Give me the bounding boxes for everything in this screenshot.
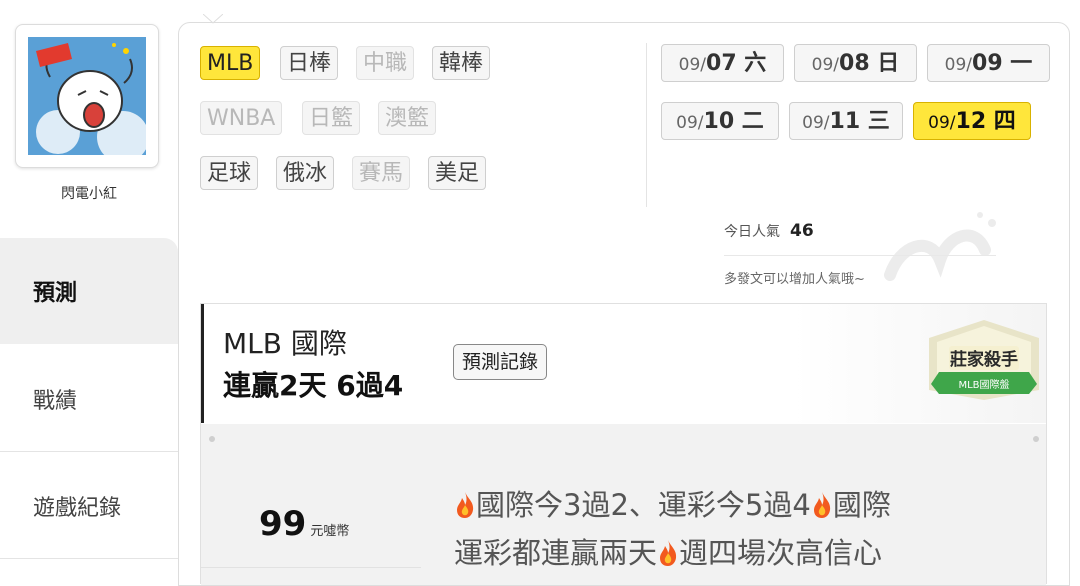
prediction-history-button[interactable]: 預測記錄 xyxy=(453,344,548,380)
prediction-card: MLB 國際 連贏2天 6過4 預測記錄 莊家殺手 MLB國際盤 99 元噓幣 國… xyxy=(200,303,1047,585)
date-day: 08 日 xyxy=(839,51,900,76)
panel-notch xyxy=(203,14,223,24)
date-day: 10 二 xyxy=(703,109,764,134)
popularity-hint: 多發文可以增加人氣哦~ xyxy=(724,272,865,287)
league-tag-npb[interactable]: 日棒 xyxy=(280,46,339,80)
fire-icon xyxy=(457,492,474,518)
date-button[interactable]: 09/08 日 xyxy=(794,44,917,82)
league-tag-mlb[interactable]: MLB xyxy=(200,46,261,80)
nav-item-games[interactable]: 遊戲紀錄 xyxy=(0,453,178,559)
fire-icon xyxy=(813,492,830,518)
desc-text-2: 國際 xyxy=(832,488,891,522)
league-tag-wnba[interactable]: WNBA xyxy=(200,101,283,135)
nav-item-predict[interactable]: 預測 xyxy=(0,238,178,344)
date-day: 09 一 xyxy=(972,51,1033,76)
price: 99 元噓幣 xyxy=(259,504,349,544)
prediction-description[interactable]: 國際今3過2、運彩今5過4 國際運彩都連贏兩天 週四場次高信心 xyxy=(454,481,1034,577)
date-month: 09/ xyxy=(944,55,973,75)
badge-subtitle: MLB國際盤 xyxy=(958,378,1009,391)
cartoon-avatar-icon xyxy=(28,37,146,155)
pin-icon xyxy=(1033,436,1039,442)
pin-icon xyxy=(209,436,215,442)
league-tag-khl[interactable]: 俄冰 xyxy=(276,156,335,190)
league-title: MLB 國際 xyxy=(223,327,347,360)
badge-icon: 莊家殺手 MLB國際盤 xyxy=(929,320,1039,400)
sidebar: 閃電小紅 預測 戰績 遊戲紀錄 xyxy=(0,0,178,584)
desc-text-1: 國際今3過2、運彩今5過4 xyxy=(476,488,811,522)
price-divider xyxy=(201,567,421,568)
date-month: 09/ xyxy=(676,113,704,133)
fire-icon xyxy=(660,540,677,566)
popularity-label: 今日人氣 xyxy=(724,224,780,240)
date-month: 09/ xyxy=(811,55,840,75)
desc-text-4: 週四場次高信心 xyxy=(679,536,883,570)
date-button-selected[interactable]: 09/12 四 xyxy=(913,102,1031,140)
card-body: 99 元噓幣 國際今3過2、運彩今5過4 國際運彩都連贏兩天 週四場次高信心 xyxy=(201,424,1046,585)
date-button[interactable]: 09/11 三 xyxy=(789,102,903,140)
date-button[interactable]: 09/10 二 xyxy=(661,102,779,140)
price-amount: 99 xyxy=(259,504,307,544)
league-tag-horse-racing[interactable]: 賽馬 xyxy=(352,156,411,190)
header-accent-bar xyxy=(201,304,204,423)
win-streak: 連贏2天 6過4 xyxy=(223,369,404,402)
badge-title: 莊家殺手 xyxy=(950,349,1018,370)
league-tag-nfl[interactable]: 美足 xyxy=(428,156,487,190)
card-header: MLB 國際 連贏2天 6過4 預測記錄 莊家殺手 MLB國際盤 xyxy=(201,304,1046,423)
date-day: 07 六 xyxy=(706,51,767,76)
date-day: 11 三 xyxy=(829,109,890,134)
popularity-value: 46 xyxy=(790,221,814,241)
popularity-row: 今日人氣 46 xyxy=(724,221,814,241)
league-tag-cpbl[interactable]: 中職 xyxy=(356,46,415,80)
league-tag-nbl[interactable]: 澳籃 xyxy=(378,101,437,135)
league-tag-soccer[interactable]: 足球 xyxy=(200,156,259,190)
date-month: 09/ xyxy=(928,113,956,133)
nav-item-record[interactable]: 戰績 xyxy=(0,346,178,452)
date-day: 12 四 xyxy=(955,109,1016,134)
desc-text-3: 運彩都連贏兩天 xyxy=(454,536,658,570)
date-month: 09/ xyxy=(802,113,830,133)
username: 閃電小紅 xyxy=(61,186,117,202)
price-unit: 元噓幣 xyxy=(310,524,350,539)
date-month: 09/ xyxy=(678,55,707,75)
avatar[interactable] xyxy=(15,24,159,168)
league-tag-jbl[interactable]: 日籃 xyxy=(302,101,361,135)
date-button[interactable]: 09/09 一 xyxy=(927,44,1050,82)
league-tag-kbo[interactable]: 韓棒 xyxy=(432,46,491,80)
popularity-divider xyxy=(724,255,996,256)
filter-divider xyxy=(646,43,647,207)
date-button[interactable]: 09/07 六 xyxy=(661,44,784,82)
decoration-swirl-icon xyxy=(884,212,996,281)
